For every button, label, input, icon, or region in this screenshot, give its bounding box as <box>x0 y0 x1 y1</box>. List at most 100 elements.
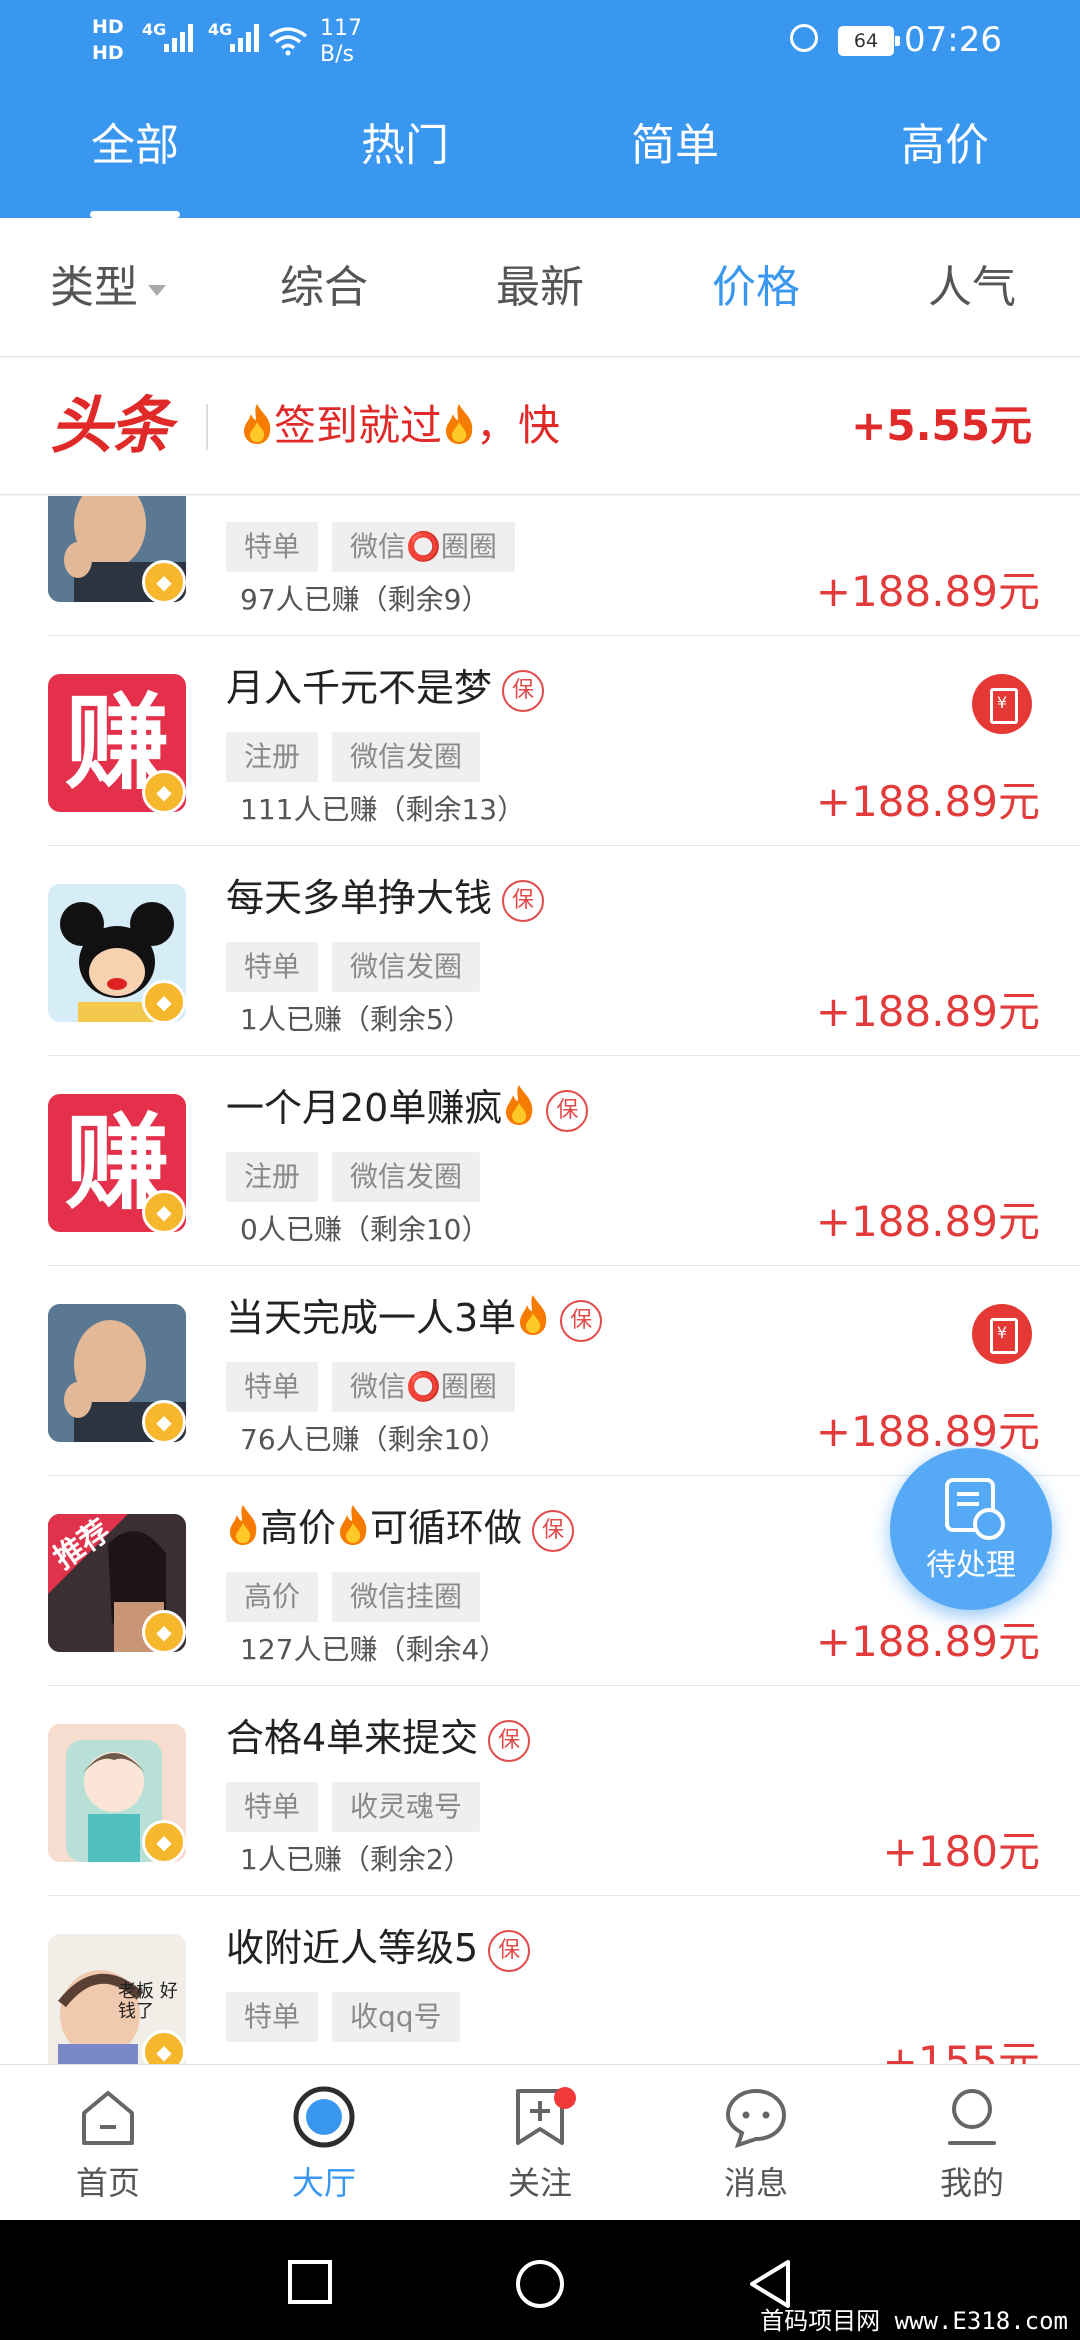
notification-dot <box>554 2087 576 2109</box>
task-tag: 微信发圈 <box>332 942 481 992</box>
nav-follow-label: 关注 <box>507 2164 572 2202</box>
task-tag: 收qq号 <box>332 1992 460 2042</box>
task-reward: +188.89元 <box>815 777 1040 826</box>
pending-tasks-button[interactable]: 待处理 <box>890 1448 1052 1610</box>
task-earned-count: 97人已赚（剩余9） <box>240 583 490 616</box>
task-tags: 特单 微信⭕圈圈 <box>226 1362 515 1412</box>
nav-profile[interactable]: 我的 <box>864 2065 1080 2221</box>
guarantee-icon: 保 <box>502 670 545 712</box>
tab-high-price[interactable]: 高价 <box>810 104 1080 218</box>
filter-price[interactable]: 价格 <box>648 218 864 356</box>
diamond-badge-icon <box>142 1820 186 1864</box>
tab-hot[interactable]: 热门 <box>270 104 540 218</box>
crown-badge-icon <box>142 980 186 1024</box>
bottom-navigation: 首页 大厅 关注 消息 我的 <box>0 2064 1080 2221</box>
fire-icon <box>446 404 473 444</box>
task-row[interactable]: 赚 一个月20单赚疯保 注册 微信发圈 0人已赚（剩余10） +188.89元 <box>0 1056 1080 1266</box>
filter-type[interactable]: 类型 <box>0 218 216 356</box>
task-title: 月入千元不是梦保 <box>226 656 545 720</box>
task-title-text: 高价 <box>260 1506 337 1550</box>
task-reward: +188.89元 <box>815 987 1040 1036</box>
task-tag: 特单 <box>226 1782 319 1832</box>
fire-icon <box>506 1085 533 1125</box>
filter-comprehensive[interactable]: 综合 <box>216 218 432 356</box>
task-tag: 收灵魂号 <box>332 1782 481 1832</box>
task-tags: 特单 微信⭕圈圈 <box>226 522 515 572</box>
task-row[interactable]: 老板 好钱了 收附近人等级5保 特单 收qq号 +155元 <box>0 1896 1080 2064</box>
task-earned-count: 0人已赚（剩余10） <box>240 1213 490 1246</box>
network-type-label: 4G <box>142 20 167 39</box>
fire-icon <box>340 1505 367 1545</box>
battery-icon: 64 <box>838 26 900 56</box>
fire-icon <box>520 1295 547 1335</box>
network-speed-unit: B/s <box>320 42 354 67</box>
nav-hall[interactable]: 大厅 <box>216 2065 432 2221</box>
diamond-badge-icon <box>142 770 186 814</box>
nav-messages[interactable]: 消息 <box>648 2065 864 2221</box>
tab-easy[interactable]: 简单 <box>540 104 810 218</box>
task-title: 高价 可循环做保 <box>226 1496 575 1560</box>
task-row[interactable]: 合格4单来提交保 特单 收灵魂号 1人已赚（剩余2） +180元 <box>0 1686 1080 1896</box>
recents-icon[interactable] <box>286 2258 334 2306</box>
headline-banner[interactable]: 头条 签到就过 ，快 +5.55元 <box>0 358 1080 495</box>
task-tag: 微信发圈 <box>332 732 481 782</box>
banner-text-suffix: ，快 <box>476 401 561 450</box>
diamond-badge-icon <box>142 1400 186 1444</box>
diamond-badge-icon <box>142 2030 186 2064</box>
task-earned-count: 127人已赚（剩余4） <box>240 1633 508 1666</box>
nav-home[interactable]: 首页 <box>0 2065 216 2221</box>
filter-type-label: 类型 <box>50 262 138 313</box>
status-bar: HD HD 4G 4G 117 B/s 64 07:26 <box>0 0 1080 84</box>
task-tags: 特单 微信发圈 <box>226 942 481 992</box>
task-reward: +188.89元 <box>815 1407 1040 1456</box>
task-tag: 特单 <box>226 522 319 572</box>
alarm-icon <box>790 24 818 52</box>
caret-down-icon <box>148 284 166 296</box>
task-earned-count: 1人已赚（剩余2） <box>240 1843 472 1876</box>
filter-popularity[interactable]: 人气 <box>864 218 1080 356</box>
fire-icon <box>244 404 271 444</box>
task-reward: +188.89元 <box>815 1197 1040 1246</box>
filter-newest[interactable]: 最新 <box>432 218 648 356</box>
task-title: 合格4单来提交保 <box>226 1706 531 1770</box>
diamond-badge-icon <box>142 1610 186 1654</box>
nav-follow[interactable]: 关注 <box>432 2065 648 2221</box>
watermark: 首码项目网 www.E318.com <box>760 2307 1068 2335</box>
banner-reward: +5.55元 <box>851 401 1032 450</box>
divider <box>206 404 208 450</box>
task-title: 收附近人等级5 保 <box>226 1916 531 1980</box>
task-title-text: 当天完成一人3单 <box>226 1296 517 1340</box>
home-button-icon[interactable] <box>514 2258 566 2310</box>
nav-messages-label: 消息 <box>723 2164 788 2202</box>
tab-all[interactable]: 全部 <box>0 104 270 218</box>
banner-text-main: 签到就过 <box>274 401 443 450</box>
sort-filter-bar: 类型 综合 最新 价格 人气 <box>0 218 1080 357</box>
guarantee-icon: 保 <box>488 1720 531 1762</box>
task-tag: 注册 <box>226 1152 319 1202</box>
task-title: 每天多单挣大钱保 <box>226 866 545 930</box>
task-tags: 注册 微信发圈 <box>226 732 481 782</box>
nav-hall-label: 大厅 <box>291 2164 356 2202</box>
guarantee-icon: 保 <box>546 1090 589 1132</box>
task-earned-count: 76人已赚（剩余10） <box>240 1423 508 1456</box>
guarantee-icon: 保 <box>488 1930 531 1972</box>
hd-indicator: HD HD <box>92 16 124 64</box>
task-row[interactable]: 当天完成一人3单 保 特单 微信⭕圈圈 76人已赚（剩余10） +188.89元 <box>0 1266 1080 1476</box>
sticker-caption: 老板 好钱了 <box>118 1981 178 2022</box>
message-icon <box>725 2088 787 2149</box>
task-reward: +188.89元 <box>815 567 1040 616</box>
diamond-badge-icon <box>142 560 186 604</box>
task-title-text-2: 可循环做 <box>370 1506 523 1550</box>
red-envelope-icon <box>972 1304 1032 1364</box>
task-tag: 特单 <box>226 1992 319 2042</box>
task-tags: 特单 收灵魂号 <box>226 1782 481 1832</box>
network-speed: 117 B/s <box>320 16 362 68</box>
task-tag: 微信⭕圈圈 <box>332 1362 515 1412</box>
task-list[interactable]: 特单 微信⭕圈圈 97人已赚（剩余9） +188.89元 赚 月入千元不是梦保 … <box>0 496 1080 2064</box>
network-type-label-2: 4G <box>208 20 233 39</box>
task-row[interactable]: 每天多单挣大钱保 特单 微信发圈 1人已赚（剩余5） +188.89元 <box>0 846 1080 1056</box>
task-row[interactable]: 特单 微信⭕圈圈 97人已赚（剩余9） +188.89元 <box>0 496 1080 636</box>
task-reward: +180元 <box>882 1827 1040 1876</box>
task-title-text: 月入千元不是梦 <box>226 666 493 710</box>
task-row[interactable]: 赚 月入千元不是梦保 注册 微信发圈 111人已赚（剩余13） +188.89元 <box>0 636 1080 846</box>
